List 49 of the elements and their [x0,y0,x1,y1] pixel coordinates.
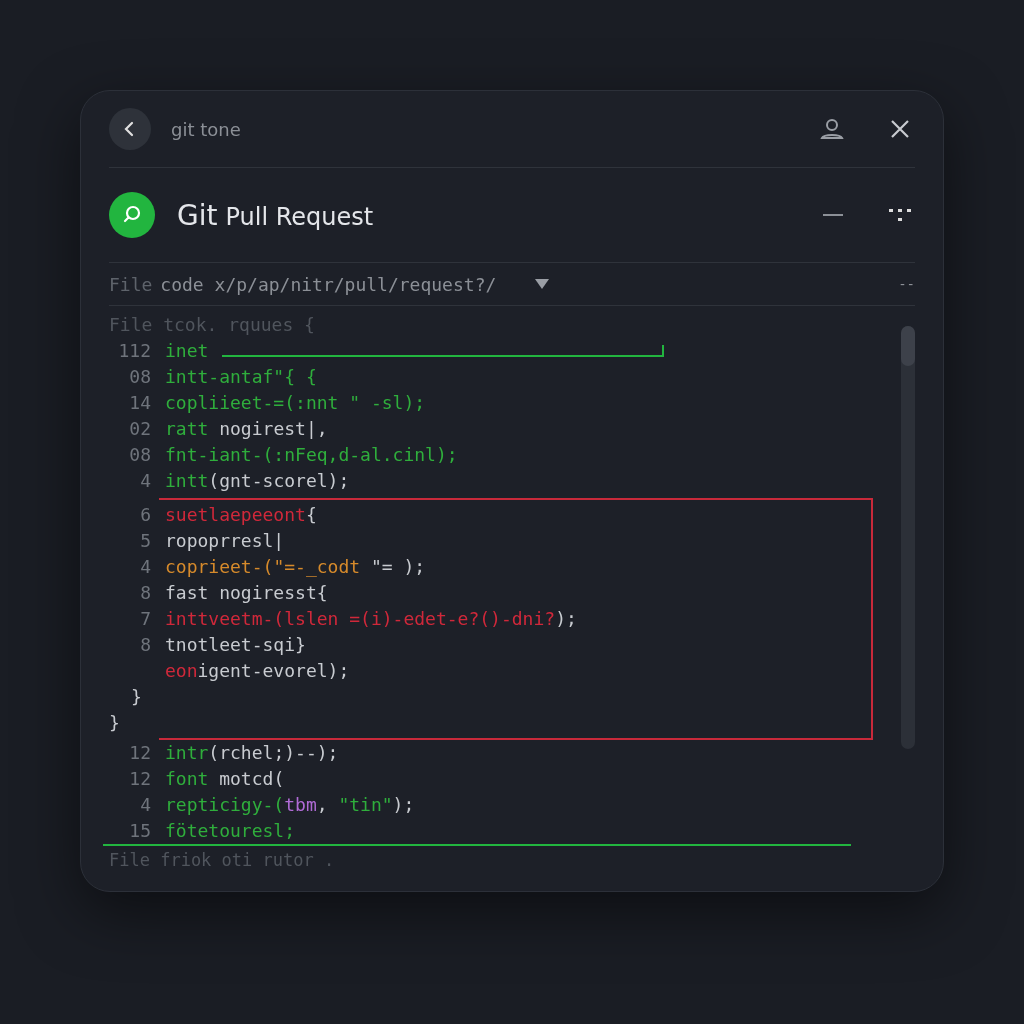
file-path: code x/p/ap/nitr/pull/request?/ [160,273,497,295]
caret-icon [534,278,551,290]
line-number: 4 [139,793,151,817]
line-number: 112 [117,339,151,363]
code-line: intt(gnt-scorel); [164,469,350,493]
code-line: intt-antaf"{ { [164,365,317,389]
line-number: 15 [128,819,151,843]
path-label: File [109,273,153,295]
line-number: 8 [139,633,151,657]
back-button[interactable] [109,108,151,150]
path-extra: -- [898,276,915,292]
line-number: 8 [139,581,151,605]
line-number: 02 [128,417,151,441]
code-line: fnt-iant-(:nFeq,d-al.cinl); [164,443,458,467]
line-number: 12 [128,741,151,765]
code-line: intr(rchel;)--); [164,741,339,765]
line-number: 08 [128,443,151,467]
title-rest: Pull Request [225,202,374,231]
line-number: 14 [128,391,151,415]
line-number: 6 [139,503,151,527]
code-line: ratt nogirest|, [164,417,328,441]
code-line: inet [164,339,209,363]
code-line: tnotleet-sqi} [164,633,306,657]
code-line: copliieet-=(:nnt " -sl); [164,391,426,415]
user-icon [819,117,845,141]
code-line: ropoprresl| [164,529,285,553]
code-line: repticigy-(tbm, "tin"); [164,793,415,817]
dots-icon [889,207,911,223]
code-line: fötetouresl; [164,819,296,843]
code-line: inttveetm-(lslen =(i)-edet-e?()-dni?); [164,607,577,631]
close-icon [889,118,911,140]
line-number: 7 [139,607,151,631]
code-line: coprieet-("=-_codt "= ); [164,555,426,579]
line-number: 5 [139,529,151,553]
search-icon [109,192,155,238]
code-line: } [109,711,120,735]
title-strong: Git [177,198,218,232]
scrollbar[interactable] [901,326,915,749]
line-number: 4 [139,555,151,579]
code-line: fast nogiresst{ [164,581,328,605]
code-line: } [131,685,142,709]
line-number: 12 [128,767,151,791]
line-number: 4 [139,469,151,493]
window-title: git tone [171,118,242,140]
code-line: font motcd( [164,767,285,791]
minus-icon [823,213,843,217]
line-number: 08 [128,365,151,389]
code-line: eonigent-evorel); [164,659,350,683]
code-line: suetlaepeeont{ [164,503,317,527]
